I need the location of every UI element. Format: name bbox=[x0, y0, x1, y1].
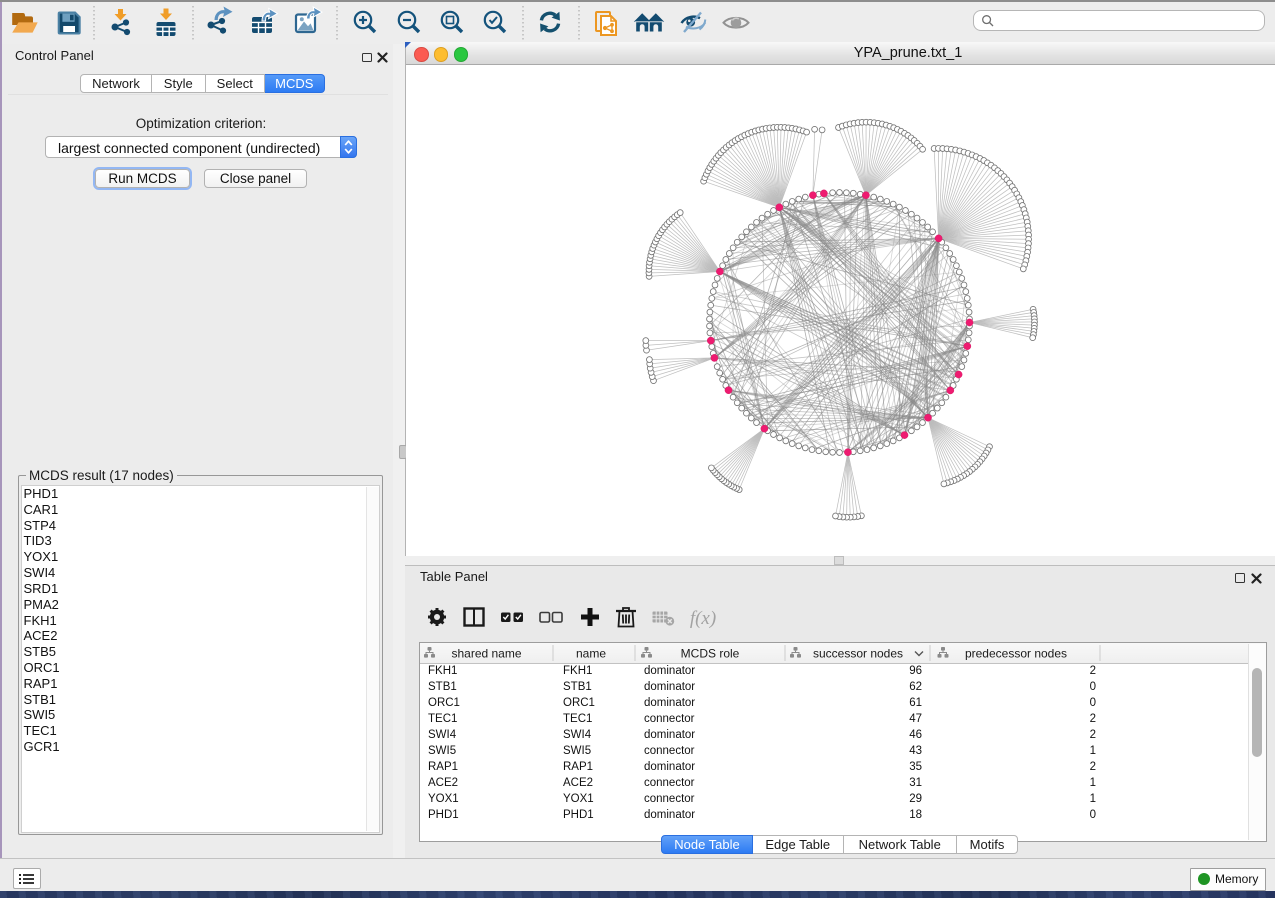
svg-text:predecessor nodes: predecessor nodes bbox=[965, 647, 1067, 661]
svg-text:name: name bbox=[576, 647, 606, 661]
svg-text:successor nodes: successor nodes bbox=[813, 647, 903, 661]
svg-text:shared name: shared name bbox=[451, 647, 521, 661]
svg-text:MCDS role: MCDS role bbox=[681, 647, 740, 661]
svg-text:f(x): f(x) bbox=[690, 608, 716, 629]
